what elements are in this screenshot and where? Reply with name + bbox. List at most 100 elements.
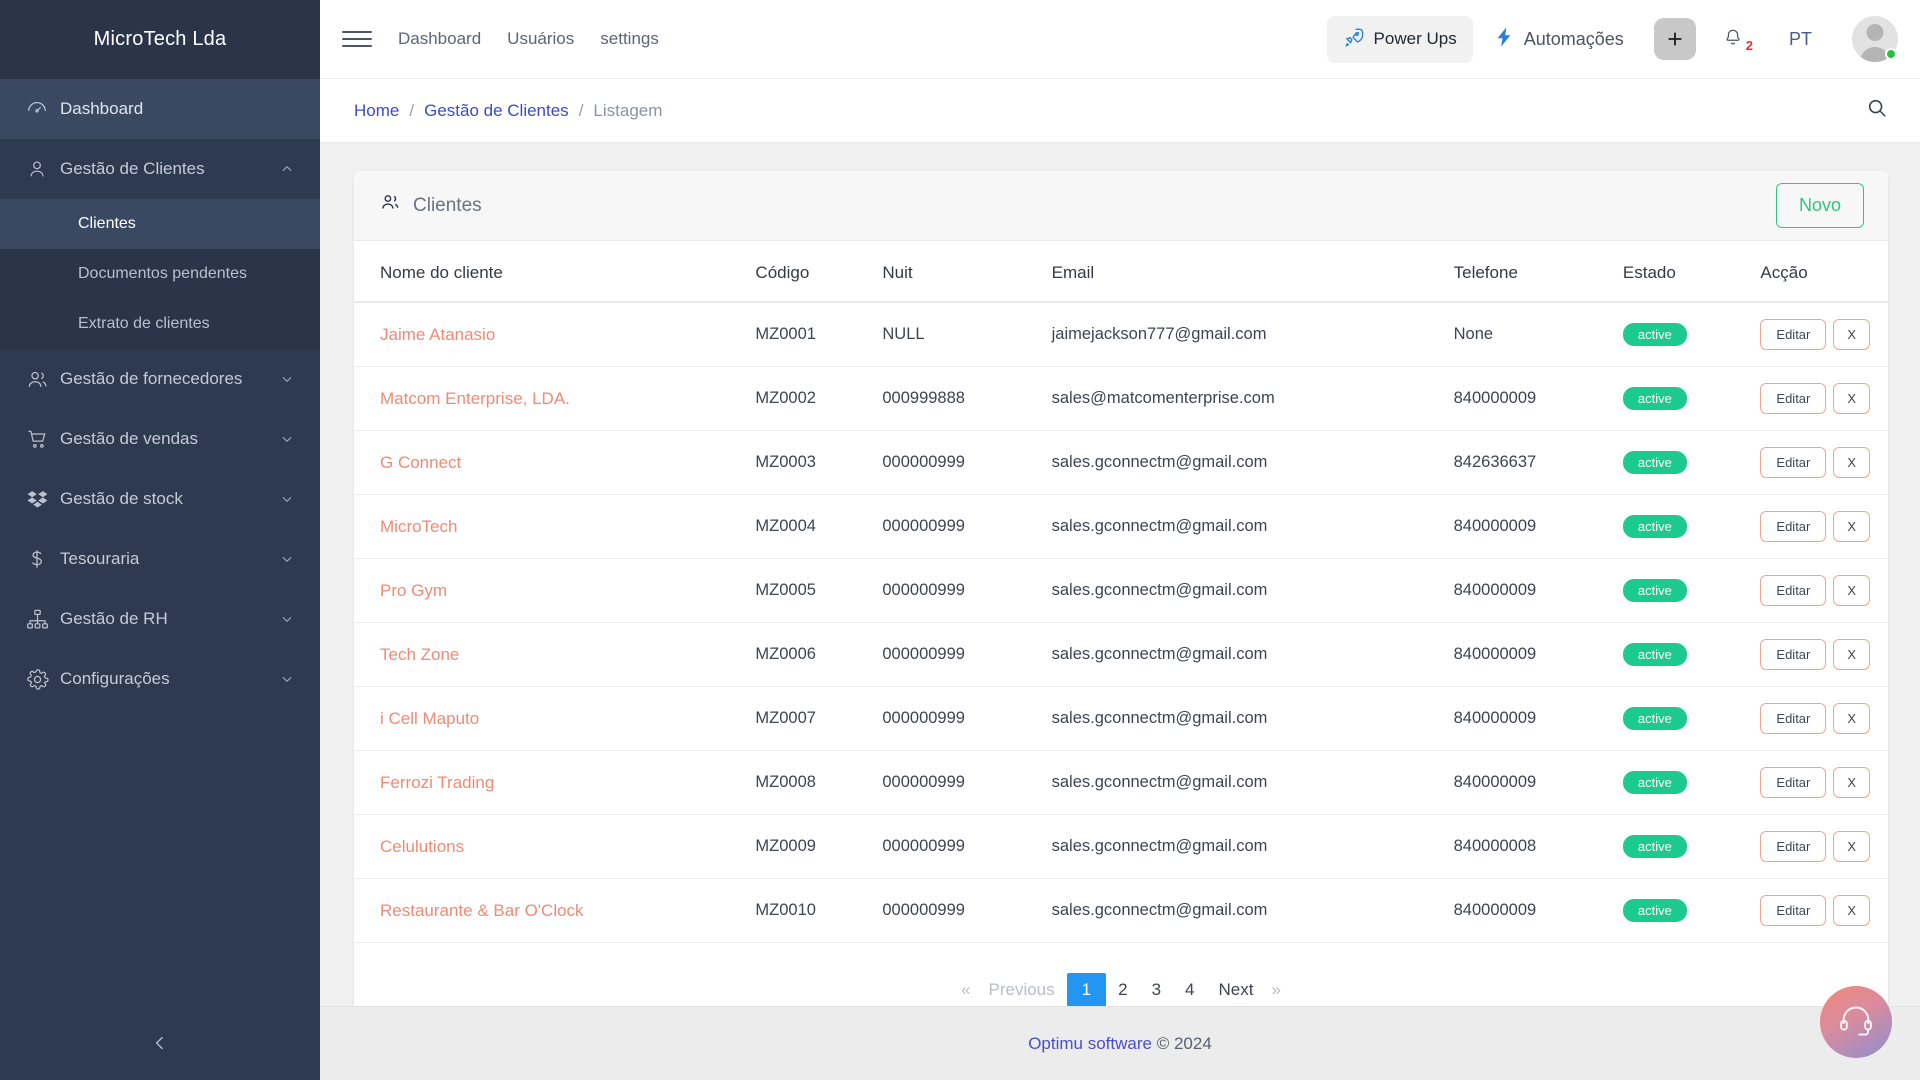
client-name-link[interactable]: Jaime Atanasio xyxy=(380,325,495,344)
status-badge: active xyxy=(1623,387,1687,410)
cell-nuit: 000000999 xyxy=(872,879,1041,943)
boxes-icon xyxy=(26,488,60,511)
novo-button[interactable]: Novo xyxy=(1776,183,1864,228)
sidebar-item-gestao-de-rh[interactable]: Gestão de RH xyxy=(0,589,320,649)
delete-button[interactable]: X xyxy=(1833,383,1870,414)
sidebar-item-gestao-de-stock[interactable]: Gestão de stock xyxy=(0,469,320,529)
topnav-link-usuarios[interactable]: Usuários xyxy=(507,29,574,49)
cell-telefone: 840000009 xyxy=(1444,751,1613,815)
topnav-link-settings[interactable]: settings xyxy=(600,29,659,49)
column-header-nuit[interactable]: Nuit xyxy=(872,241,1041,302)
cell-codigo: MZ0005 xyxy=(745,559,872,623)
support-chat-button[interactable] xyxy=(1820,986,1892,1058)
column-header-telefone[interactable]: Telefone xyxy=(1444,241,1613,302)
sidebar-subitem-clientes[interactable]: Clientes xyxy=(0,199,320,249)
pagination-next[interactable]: Next xyxy=(1207,974,1266,1006)
cell-accao: EditarX xyxy=(1750,687,1888,751)
pagination-page-4[interactable]: 4 xyxy=(1173,974,1206,1006)
sidebar-collapse-button[interactable] xyxy=(0,1010,320,1080)
client-name-link[interactable]: i Cell Maputo xyxy=(380,709,479,728)
sidebar-item-gestao-de-clientes[interactable]: Gestão de Clientes xyxy=(0,139,320,199)
delete-button[interactable]: X xyxy=(1833,703,1870,734)
sidebar-item-configuracoes[interactable]: Configurações xyxy=(0,649,320,709)
online-status-dot xyxy=(1885,48,1897,60)
sidebar-item-label: Dashboard xyxy=(60,99,296,119)
delete-button[interactable]: X xyxy=(1833,447,1870,478)
sidebar-item-gestao-de-fornecedores[interactable]: Gestão de fornecedores xyxy=(0,349,320,409)
cell-telefone: 840000009 xyxy=(1444,559,1613,623)
client-name-link[interactable]: Matcom Enterprise, LDA. xyxy=(380,389,570,408)
sidebar: MicroTech Lda Dashboard Gestão de Client… xyxy=(0,0,320,1080)
client-name-link[interactable]: G Connect xyxy=(380,453,461,472)
column-header-estado[interactable]: Estado xyxy=(1613,241,1751,302)
cell-nuit: 000000999 xyxy=(872,431,1041,495)
delete-button[interactable]: X xyxy=(1833,895,1870,926)
client-name-link[interactable]: Restaurante & Bar O'Clock xyxy=(380,901,584,920)
cell-accao: EditarX xyxy=(1750,879,1888,943)
cell-codigo: MZ0003 xyxy=(745,431,872,495)
breadcrumb-item-home[interactable]: Home xyxy=(354,101,399,121)
search-icon[interactable] xyxy=(1866,97,1888,124)
client-name-link[interactable]: Celulutions xyxy=(380,837,464,856)
language-selector[interactable]: PT xyxy=(1789,29,1812,50)
footer-copyright: © 2024 xyxy=(1157,1034,1212,1053)
cell-telefone: 840000009 xyxy=(1444,495,1613,559)
delete-button[interactable]: X xyxy=(1833,575,1870,606)
cell-estado: active xyxy=(1613,815,1751,879)
cell-nuit: 000000999 xyxy=(872,623,1041,687)
hamburger-icon[interactable] xyxy=(342,24,372,54)
sidebar-item-tesouraria[interactable]: Tesouraria xyxy=(0,529,320,589)
edit-button[interactable]: Editar xyxy=(1760,319,1826,350)
pagination-last[interactable]: » xyxy=(1265,974,1286,1006)
edit-button[interactable]: Editar xyxy=(1760,767,1826,798)
edit-button[interactable]: Editar xyxy=(1760,511,1826,542)
breadcrumb-item-gestao-de-clientes[interactable]: Gestão de Clientes xyxy=(424,101,569,121)
sidebar-subitem-documentos-pendentes[interactable]: Documentos pendentes xyxy=(0,249,320,299)
edit-button[interactable]: Editar xyxy=(1760,383,1826,414)
edit-button[interactable]: Editar xyxy=(1760,831,1826,862)
automacoes-button[interactable]: Automações xyxy=(1493,25,1624,54)
cell-telefone: 840000008 xyxy=(1444,815,1613,879)
client-name-link[interactable]: Tech Zone xyxy=(380,645,459,664)
pagination-first[interactable]: « xyxy=(955,974,976,1006)
column-header-nome[interactable]: Nome do cliente xyxy=(354,241,745,302)
bell-icon xyxy=(1722,26,1744,53)
power-ups-button[interactable]: Power Ups xyxy=(1327,16,1473,63)
pagination-page-3[interactable]: 3 xyxy=(1140,974,1173,1006)
client-name-link[interactable]: Pro Gym xyxy=(380,581,447,600)
automacoes-label: Automações xyxy=(1524,29,1624,50)
delete-button[interactable]: X xyxy=(1833,511,1870,542)
notifications-button[interactable]: 2 xyxy=(1722,26,1753,53)
avatar[interactable] xyxy=(1852,16,1898,62)
table-row: i Cell MaputoMZ0007000000999sales.gconne… xyxy=(354,687,1888,751)
pagination-page-2[interactable]: 2 xyxy=(1106,974,1139,1006)
edit-button[interactable]: Editar xyxy=(1760,575,1826,606)
edit-button[interactable]: Editar xyxy=(1760,703,1826,734)
client-name-link[interactable]: MicroTech xyxy=(380,517,457,536)
cell-estado: active xyxy=(1613,879,1751,943)
edit-button[interactable]: Editar xyxy=(1760,447,1826,478)
pagination-previous[interactable]: Previous xyxy=(977,974,1067,1006)
column-header-accao[interactable]: Acção xyxy=(1750,241,1888,302)
cell-estado: active xyxy=(1613,302,1751,367)
sidebar-subitem-extrato-de-clientes[interactable]: Extrato de clientes xyxy=(0,299,320,349)
sidebar-item-dashboard[interactable]: Dashboard xyxy=(0,79,320,139)
footer-brand[interactable]: Optimu software xyxy=(1028,1034,1152,1053)
topnav-link-dashboard[interactable]: Dashboard xyxy=(398,29,481,49)
cell-codigo: MZ0010 xyxy=(745,879,872,943)
client-name-link[interactable]: Ferrozi Trading xyxy=(380,773,494,792)
column-header-codigo[interactable]: Código xyxy=(745,241,872,302)
table-row: G ConnectMZ0003000000999sales.gconnectm@… xyxy=(354,431,1888,495)
edit-button[interactable]: Editar xyxy=(1760,639,1826,670)
delete-button[interactable]: X xyxy=(1833,639,1870,670)
delete-button[interactable]: X xyxy=(1833,767,1870,798)
add-button[interactable] xyxy=(1654,18,1696,60)
column-header-email[interactable]: Email xyxy=(1042,241,1444,302)
pagination-page-1[interactable]: 1 xyxy=(1067,973,1106,1006)
table-body: Jaime AtanasioMZ0001NULLjaimejackson777@… xyxy=(354,302,1888,943)
sidebar-item-gestao-de-vendas[interactable]: Gestão de vendas xyxy=(0,409,320,469)
delete-button[interactable]: X xyxy=(1833,831,1870,862)
edit-button[interactable]: Editar xyxy=(1760,895,1826,926)
delete-button[interactable]: X xyxy=(1833,319,1870,350)
cell-nuit: 000999888 xyxy=(872,367,1041,431)
